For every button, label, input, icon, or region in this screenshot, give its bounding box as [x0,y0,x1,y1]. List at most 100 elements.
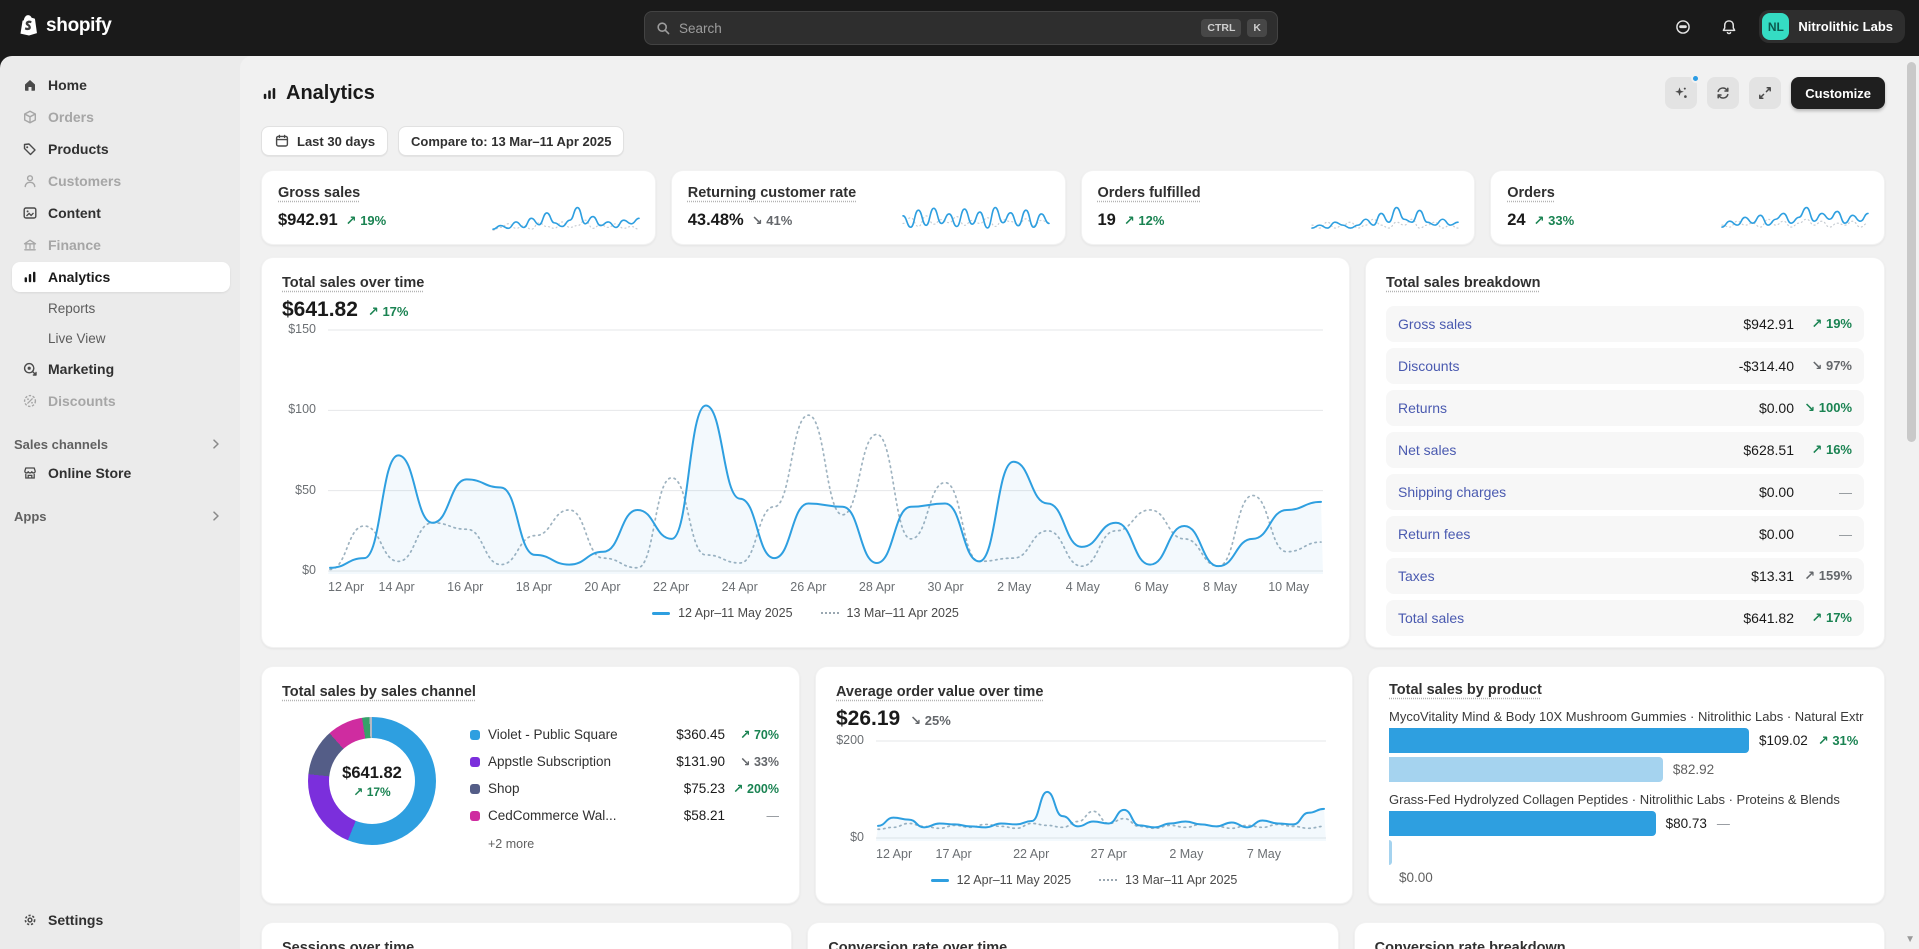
breakdown-delta: — [1839,526,1852,542]
sidebar-item-content[interactable]: Content [12,198,230,228]
metric-delta: ↗ 12% [1123,213,1165,228]
scrollbar-down-arrow[interactable]: ▼ [1905,934,1915,945]
sidebar-item-online-store[interactable]: Online Store [12,458,230,488]
fullscreen-expand-button[interactable] [1749,77,1782,109]
x-axis-tick-label: 12 Apr [876,847,913,861]
chart-title[interactable]: Total sales over time [282,275,424,291]
conversion-breakdown-title[interactable]: Conversion rate breakdown [1375,940,1566,949]
metric-title[interactable]: Gross sales [278,185,360,201]
x-axis-tick-label: 20 Apr [584,580,621,594]
aov-title[interactable]: Average order value over time [836,684,1043,700]
channel-legend: Violet - Public Square $360.45 ↗ 70% Appst… [470,721,779,851]
metric-value: 19 [1097,211,1116,229]
sidebar-item-orders[interactable]: Orders [12,102,230,132]
customize-button[interactable]: Customize [1791,77,1885,109]
store-name: Nitrolithic Labs [1798,19,1893,34]
analytics-bars-icon [261,85,278,102]
metric-title[interactable]: Orders [1507,185,1555,201]
shortcut-k-badge: K [1247,19,1267,37]
sparkline-chart [491,198,641,234]
sidebar-section-sales-channels[interactable]: Sales channels [12,436,230,452]
previous-bar-value: $0.00 [1399,870,1433,885]
channel-title[interactable]: Total sales by sales channel [282,684,476,700]
sidebar-item-discounts[interactable]: Discounts [12,386,230,416]
product-item: Grass-Fed Hydrolyzed Collagen Peptides ·… [1389,792,1864,885]
sidebar-item-marketing[interactable]: Marketing [12,354,230,384]
sidebar-item-analytics[interactable]: Analytics [12,262,230,292]
sidebar-label: Marketing [48,361,115,377]
storefront-icon [22,465,38,481]
shopify-logo[interactable]: shopify [16,13,112,39]
average-order-value-card: Average order value over time $26.19 ↘ 2… [815,666,1353,904]
solid-line-swatch [930,878,949,882]
sidebar-label: Content [48,205,101,221]
legend-previous: 13 Mar–11 Apr 2025 [1099,873,1237,887]
breakdown-value: $628.51 [1743,442,1794,458]
date-range-button[interactable]: Last 30 days [261,126,389,156]
notifications-bell-icon[interactable] [1713,11,1745,43]
channel-name: Shop [488,781,520,796]
breakdown-link[interactable]: Discounts [1398,358,1739,374]
product-title[interactable]: Total sales by product [1389,682,1542,698]
total-sales-breakdown-card: Total sales breakdown Gross sales $942.91… [1365,257,1885,648]
breakdown-link[interactable]: Gross sales [1398,316,1743,332]
breakdown-link[interactable]: Return fees [1398,526,1759,542]
sidebar-label: Products [48,141,109,157]
section-label: Sales channels [14,436,108,452]
metric-delta: ↗ 33% [1533,213,1575,228]
x-axis-tick-label: 22 Apr [653,580,690,594]
breakdown-value: $0.00 [1758,484,1794,500]
product-bar-chart: MycoVitality Mind & Body 10X Mushroom Gu… [1389,709,1864,885]
sidebar-item-settings[interactable]: Settings [12,905,230,935]
legend-swatch [470,756,480,767]
sidekick-button[interactable] [1667,11,1699,43]
sidebar-item-products[interactable]: Products [12,134,230,164]
compare-to-button[interactable]: Compare to: 13 Mar–11 Apr 2025 [398,126,625,156]
sidebar-item-reports[interactable]: Reports [12,294,230,322]
breakdown-link[interactable]: Taxes [1398,568,1751,584]
line-chart-canvas [876,740,1326,841]
product-name: Grass-Fed Hydrolyzed Collagen Peptides ·… [1389,792,1840,807]
chart-legend: 12 Apr–11 May 2025 13 Mar–11 Apr 2025 [836,873,1332,887]
breakdown-delta: ↘ 97% [1811,358,1852,373]
metric-value: $942.91 [278,211,338,229]
metric-title[interactable]: Orders fulfilled [1098,185,1201,201]
legend-swatch [470,783,480,794]
x-axis-tick-label: 2 May [997,580,1032,594]
sidebar-section-apps[interactable]: Apps [12,508,230,524]
previous-bar-value: $82.92 [1672,762,1715,777]
sidebar-item-live-view[interactable]: Live View [12,324,230,352]
scrollbar-thumb[interactable] [1907,62,1916,442]
metric-title[interactable]: Returning customer rate [688,185,856,201]
donut-center-value: $641.82 [342,763,402,782]
x-axis-tick-label: 24 Apr [721,580,758,594]
conversion-rate-title[interactable]: Conversion rate over time [828,940,1007,949]
search-input[interactable]: Search CTRL K [644,11,1278,45]
breakdown-row: Taxes $13.31 ↗ 159% [1386,558,1864,594]
sales-by-channel-card: Total sales by sales channel $641.82 ↗ 1… [261,666,800,904]
breakdown-title[interactable]: Total sales breakdown [1386,275,1540,291]
sidebar-item-finance[interactable]: Finance [12,230,230,260]
x-axis-tick-label: 17 Apr [935,847,972,861]
account-menu[interactable]: NL Nitrolithic Labs [1759,10,1905,43]
breakdown-link[interactable]: Shipping charges [1398,484,1759,500]
aov-line-chart: $200 $0 12 Apr 17 Apr 22 Apr 27 Apr 2 May 7 Ma… [836,733,1332,863]
sessions-title[interactable]: Sessions over time [282,940,414,949]
show-more-channels-link[interactable]: +2 more [488,837,779,851]
x-axis-tick-label: 16 Apr [447,580,484,594]
sidebar-item-home[interactable]: Home [12,70,230,100]
search-placeholder: Search [679,20,722,36]
previous-period-bar [1389,757,1663,782]
solid-line-swatch [652,611,671,615]
breakdown-delta: ↗ 19% [1811,316,1852,331]
breakdown-link[interactable]: Returns [1398,400,1759,416]
insights-sparkle-button[interactable] [1665,74,1701,109]
sidebar-item-customers[interactable]: Customers [12,166,230,196]
chevron-right-icon [208,436,224,452]
breakdown-delta: ↘ 100% [1804,400,1852,415]
breakdown-link[interactable]: Net sales [1398,442,1743,458]
refresh-cycle-button[interactable] [1707,77,1740,109]
chevron-right-icon [208,508,224,524]
breakdown-link[interactable]: Total sales [1398,610,1743,626]
marketing-target-icon [22,361,38,377]
